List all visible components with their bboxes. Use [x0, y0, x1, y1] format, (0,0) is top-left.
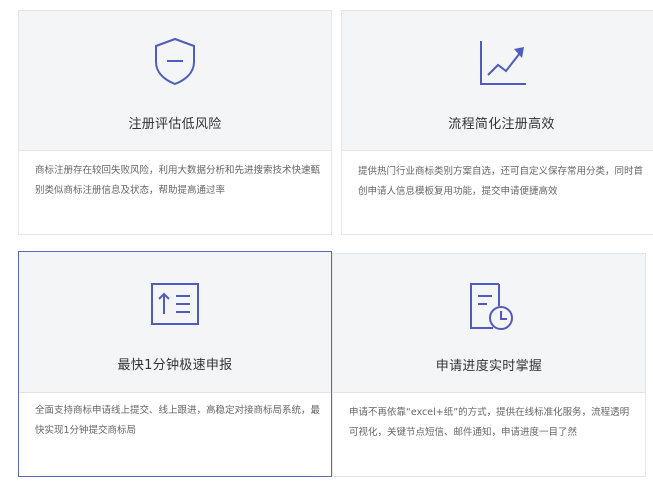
card-title: 最快1分钟极速申报	[117, 358, 233, 373]
card-title: 流程简化注册高效	[448, 117, 555, 132]
card-description: 提供热门行业商标类别方案自选，还可自定义保存常用分类，同时首创申请人信息模板复用…	[358, 166, 644, 197]
feature-card-fast-filing[interactable]: 最快1分钟极速申报 全面支持商标申请线上提交、线上跟进，高稳定对接商标局系统，最…	[18, 251, 332, 477]
feature-card-progress[interactable]: 申请进度实时掌握 申请不再依靠“excel+纸”的方式，提供在线标准化服务，流程…	[332, 253, 646, 477]
card-title: 注册评估低风险	[128, 117, 222, 132]
shield-icon	[155, 37, 195, 86]
card-title: 申请进度实时掌握	[435, 359, 543, 374]
card-description: 商标注册存在较回失败风险，利用大数据分析和先进搜索技术快速甄别类似商标注册信息及…	[35, 165, 321, 196]
upload-list-icon	[151, 283, 199, 325]
card-description: 申请不再依靠“excel+纸”的方式，提供在线标准化服务，流程透明可视化，关键节…	[349, 407, 630, 438]
document-clock-icon	[470, 283, 513, 330]
feature-card-low-risk[interactable]: 注册评估低风险 商标注册存在较回失败风险，利用大数据分析和先进搜索技术快速甄别类…	[18, 10, 332, 235]
card-description: 全面支持商标申请线上提交、线上跟进，高稳定对接商标局系统，最快实现1分钟提交商标…	[35, 405, 321, 436]
trend-chart-icon	[479, 41, 526, 85]
feature-card-efficient[interactable]: 流程简化注册高效 提供热门行业商标类别方案自选，还可自定义保存常用分类，同时首创…	[341, 10, 653, 235]
